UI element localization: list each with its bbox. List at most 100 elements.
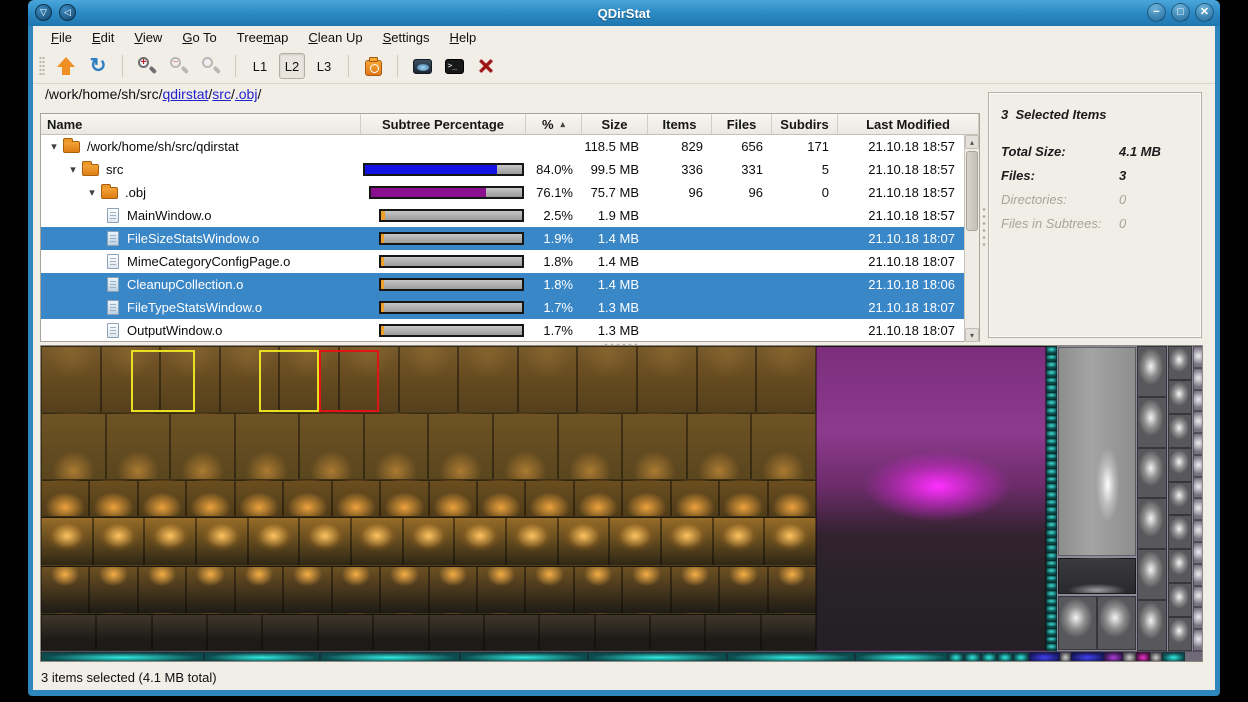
treemap-tile[interactable] (1058, 347, 1136, 556)
column-header-6[interactable]: Subdirs (772, 114, 838, 134)
treemap-tile[interactable] (380, 480, 428, 517)
treemap-tile[interactable] (539, 614, 594, 651)
treemap-tile[interactable] (1046, 499, 1057, 507)
treemap-tile[interactable] (96, 614, 151, 651)
treemap-tile[interactable] (283, 480, 331, 517)
treemap-tile[interactable] (429, 614, 484, 651)
treemap-tile[interactable] (204, 652, 320, 662)
treemap-tile[interactable] (1046, 399, 1057, 407)
treemap-tile[interactable] (1046, 521, 1057, 529)
treemap-tile[interactable] (138, 566, 186, 615)
treemap-tile[interactable] (484, 614, 539, 651)
treemap-tile[interactable] (1137, 346, 1167, 397)
treemap-tile[interactable] (506, 517, 558, 566)
treemap-large-file-tile[interactable] (816, 346, 1046, 651)
treemap-tile[interactable] (1058, 596, 1097, 650)
treemap-tile[interactable] (1193, 346, 1203, 368)
treemap-tile[interactable] (458, 346, 518, 413)
treemap-tile[interactable] (1046, 567, 1057, 575)
treemap-tile[interactable] (138, 480, 186, 517)
treemap-tile[interactable] (1137, 498, 1167, 549)
treemap-tile[interactable] (428, 413, 493, 480)
treemap-tile[interactable] (1046, 643, 1057, 651)
column-header-1[interactable]: Subtree Percentage (361, 114, 526, 134)
treemap-tile[interactable] (373, 614, 428, 651)
treemap-tile[interactable] (41, 346, 101, 413)
treemap-tile[interactable] (1046, 346, 1057, 354)
treemap-tile[interactable] (320, 652, 460, 662)
treemap-tile[interactable] (41, 614, 96, 651)
treemap-tile[interactable] (518, 346, 578, 413)
treemap-tile[interactable] (1046, 384, 1057, 392)
treemap-tile[interactable] (262, 614, 317, 651)
treemap-tile[interactable] (1046, 621, 1057, 629)
treemap-tile[interactable] (1046, 537, 1057, 545)
treemap-tile[interactable] (364, 413, 429, 480)
treemap-tile[interactable] (1046, 445, 1057, 453)
treemap-tile[interactable] (1071, 652, 1104, 662)
treemap-tile[interactable] (1046, 628, 1057, 636)
treemap-tile[interactable] (761, 614, 816, 651)
treemap-gray-region[interactable] (1057, 346, 1203, 651)
treemap-tile[interactable] (186, 566, 234, 615)
treemap-tile[interactable] (1136, 652, 1150, 662)
treemap-tile[interactable] (1046, 598, 1057, 606)
treemap-tile[interactable] (1193, 498, 1203, 520)
go-up-button[interactable] (53, 53, 79, 79)
treemap-tile[interactable] (1193, 411, 1203, 433)
treemap-tile[interactable] (1046, 468, 1057, 476)
treemap-tile[interactable] (152, 614, 207, 651)
treemap-tile[interactable] (186, 480, 234, 517)
menu-item-help[interactable]: Help (440, 28, 487, 47)
treemap-tile[interactable] (1104, 652, 1123, 662)
treemap-tile[interactable] (697, 346, 757, 413)
treemap-tile[interactable] (235, 413, 300, 480)
treemap-tile[interactable] (588, 652, 728, 662)
column-header-4[interactable]: Items (648, 114, 712, 134)
table-row[interactable]: FileTypeStatsWindow.o1.7%1.3 MB21.10.18 … (41, 296, 964, 319)
treemap-tile[interactable] (1046, 605, 1057, 613)
table-row[interactable]: ▾/work/home/sh/src/qdirstat118.5 MB82965… (41, 135, 964, 158)
expand-arrow-icon[interactable]: ▾ (85, 186, 99, 199)
treemap-tile[interactable] (1046, 491, 1057, 499)
menu-item-edit[interactable]: Edit (82, 28, 124, 47)
treemap-tile[interactable] (705, 614, 760, 651)
treemap-tile[interactable] (1137, 397, 1167, 448)
treemap-tile[interactable] (1046, 514, 1057, 522)
treemap-tile[interactable] (1046, 582, 1057, 590)
treemap-tile[interactable] (1193, 607, 1203, 629)
breadcrumb-link[interactable]: .obj (235, 86, 258, 102)
treemap-tile[interactable] (380, 566, 428, 615)
treemap-tile[interactable] (1168, 583, 1192, 617)
treemap-tile[interactable] (332, 480, 380, 517)
menu-item-clean-up[interactable]: Clean Up (298, 28, 372, 47)
treemap-tile[interactable] (1168, 482, 1192, 516)
table-row[interactable]: FileSizeStatsWindow.o1.9%1.4 MB21.10.18 … (41, 227, 964, 250)
breadcrumb-link[interactable]: qdirstat (162, 86, 208, 102)
menu-item-settings[interactable]: Settings (373, 28, 440, 47)
expand-arrow-icon[interactable]: ▾ (66, 163, 80, 176)
zoom-out-button[interactable]: − (166, 53, 192, 79)
treemap-tile[interactable] (1046, 354, 1057, 362)
table-row[interactable]: ▾src84.0%99.5 MB336331521.10.18 18:57 (41, 158, 964, 181)
treemap-tile[interactable] (687, 413, 752, 480)
treemap-tile[interactable] (1123, 652, 1137, 662)
treemap-tile[interactable] (1046, 422, 1057, 430)
table-row[interactable]: CleanupCollection.o1.8%1.4 MB21.10.18 18… (41, 273, 964, 296)
treemap-tile[interactable] (1168, 617, 1192, 651)
treemap-tile[interactable] (671, 480, 719, 517)
treemap-tile[interactable] (1046, 460, 1057, 468)
treemap-tile[interactable] (1046, 392, 1057, 400)
treemap-tile[interactable] (1168, 549, 1192, 583)
treemap-tile[interactable] (768, 566, 816, 615)
scroll-up-arrow[interactable]: ▴ (965, 135, 979, 149)
treemap-tile[interactable] (997, 652, 1013, 662)
treemap-tile[interactable] (41, 566, 89, 615)
treemap-teal-column[interactable] (1046, 346, 1057, 651)
treemap-tile[interactable] (1193, 542, 1203, 564)
treemap-tile[interactable] (622, 566, 670, 615)
treemap-tile[interactable] (41, 652, 204, 662)
treemap-tile[interactable] (477, 566, 525, 615)
treemap-tile[interactable] (1046, 377, 1057, 385)
column-header-2[interactable]: %▴ (526, 114, 582, 134)
